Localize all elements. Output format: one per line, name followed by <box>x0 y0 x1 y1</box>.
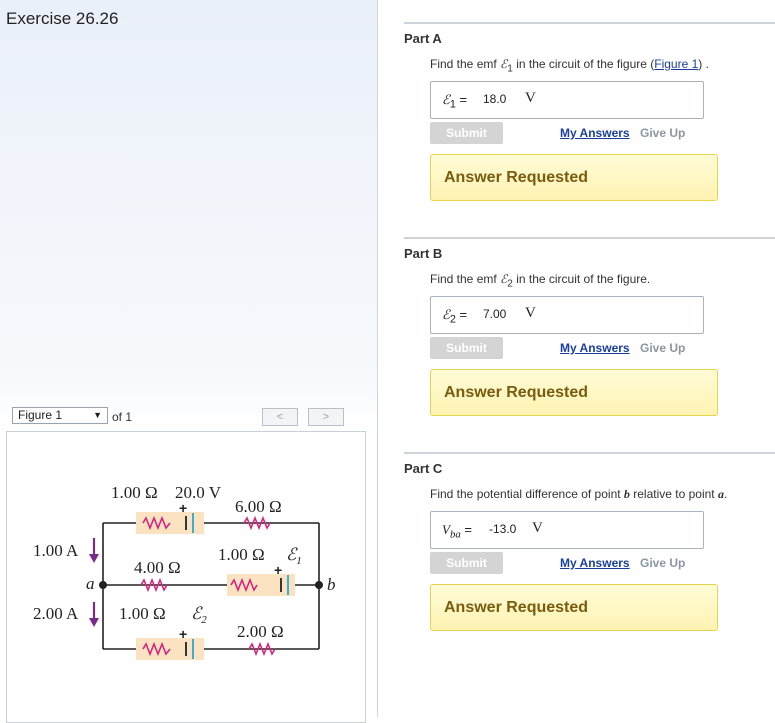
node-a-label: a <box>86 574 95 593</box>
question-text: Find the potential difference of point b… <box>430 487 728 501</box>
answer-unit: V <box>525 90 536 106</box>
figure-selector[interactable]: Figure 1 ▼ <box>12 407 108 424</box>
submit-button[interactable]: Submit <box>430 337 503 359</box>
answer-field[interactable]: Vba = -13.0 V <box>430 511 704 549</box>
resistor-bottom-internal-label: 1.00 Ω <box>119 604 166 623</box>
submit-button[interactable]: Submit <box>430 122 503 144</box>
part-title: Part B <box>404 246 443 261</box>
figure-count: of 1 <box>112 410 133 424</box>
resistor-mid-internal-label: 1.00 Ω <box>218 545 265 564</box>
question-text: Find the emf ℰ2 in the circuit of the fi… <box>430 272 651 290</box>
prev-figure-button[interactable]: < <box>262 408 298 426</box>
current-top-label: 1.00 A <box>33 541 79 560</box>
plus-sign-bottom: + <box>179 626 187 642</box>
my-answers-link[interactable]: My Answers <box>560 126 630 140</box>
part-c: Part C Find the potential difference of … <box>404 452 775 652</box>
answer-field[interactable]: ℰ2 = 7.00 V <box>430 296 704 334</box>
resistor-top-internal-label: 1.00 Ω <box>111 483 158 502</box>
answer-value: -13.0 <box>489 522 517 536</box>
my-answers-link[interactable]: My Answers <box>560 341 630 355</box>
answer-label: ℰ1 = <box>442 92 468 111</box>
my-answers-link[interactable]: My Answers <box>560 556 630 570</box>
resistor-bottom-right-label: 2.00 Ω <box>237 622 284 641</box>
submit-button[interactable]: Submit <box>430 552 503 574</box>
pane-divider[interactable] <box>377 0 378 717</box>
exercise-title: Exercise 26.26 <box>6 9 119 28</box>
part-divider <box>404 452 775 454</box>
part-b: Part B Find the emf ℰ2 in the circuit of… <box>404 237 775 437</box>
answer-label: ℰ2 = <box>442 307 468 326</box>
next-figure-button[interactable]: > <box>308 408 344 426</box>
status-banner: Answer Requested <box>430 369 718 416</box>
give-up-link[interactable]: Give Up <box>640 126 685 140</box>
plus-sign-top: + <box>179 500 187 516</box>
give-up-link[interactable]: Give Up <box>640 556 685 570</box>
status-banner: Answer Requested <box>430 154 718 201</box>
node-b-label: b <box>327 575 336 594</box>
status-banner: Answer Requested <box>430 584 718 631</box>
answer-value: 7.00 <box>483 307 507 321</box>
chevron-down-icon: ▼ <box>93 410 102 420</box>
figure-link[interactable]: Figure 1 <box>654 57 698 71</box>
resistor-mid-left-label: 4.00 Ω <box>134 558 181 577</box>
answer-unit: V <box>525 305 536 321</box>
question-text: Find the emf ℰ1 in the circuit of the fi… <box>430 57 709 75</box>
answer-label: Vba = <box>442 522 472 541</box>
part-title: Part A <box>404 31 442 46</box>
current-bottom-label: 2.00 A <box>33 604 79 623</box>
plus-sign-mid: + <box>274 562 282 578</box>
figure-navigation-bar: Figure 1 ▼ of 1 < > <box>6 403 364 429</box>
figure-panel: 1.00 Ω 20.0 V 6.00 Ω 1.00 A 4.00 Ω 1.00 … <box>6 431 366 723</box>
emf-mid-label: ℰ1 <box>286 545 302 567</box>
part-divider <box>404 237 775 239</box>
circuit-diagram: 1.00 Ω 20.0 V 6.00 Ω 1.00 A 4.00 Ω 1.00 … <box>33 483 336 660</box>
emf-bottom-label: ℰ2 <box>191 604 207 626</box>
give-up-link[interactable]: Give Up <box>640 341 685 355</box>
part-a: Part A Find the emf ℰ1 in the circuit of… <box>404 22 775 222</box>
figure-selector-value: Figure 1 <box>18 408 63 422</box>
resistor-top-right-label: 6.00 Ω <box>235 497 282 516</box>
answer-value: 18.0 <box>483 92 507 106</box>
answer-unit: V <box>532 520 543 536</box>
answer-field[interactable]: ℰ1 = 18.0 V <box>430 81 704 119</box>
part-divider <box>404 22 775 24</box>
part-title: Part C <box>404 461 443 476</box>
